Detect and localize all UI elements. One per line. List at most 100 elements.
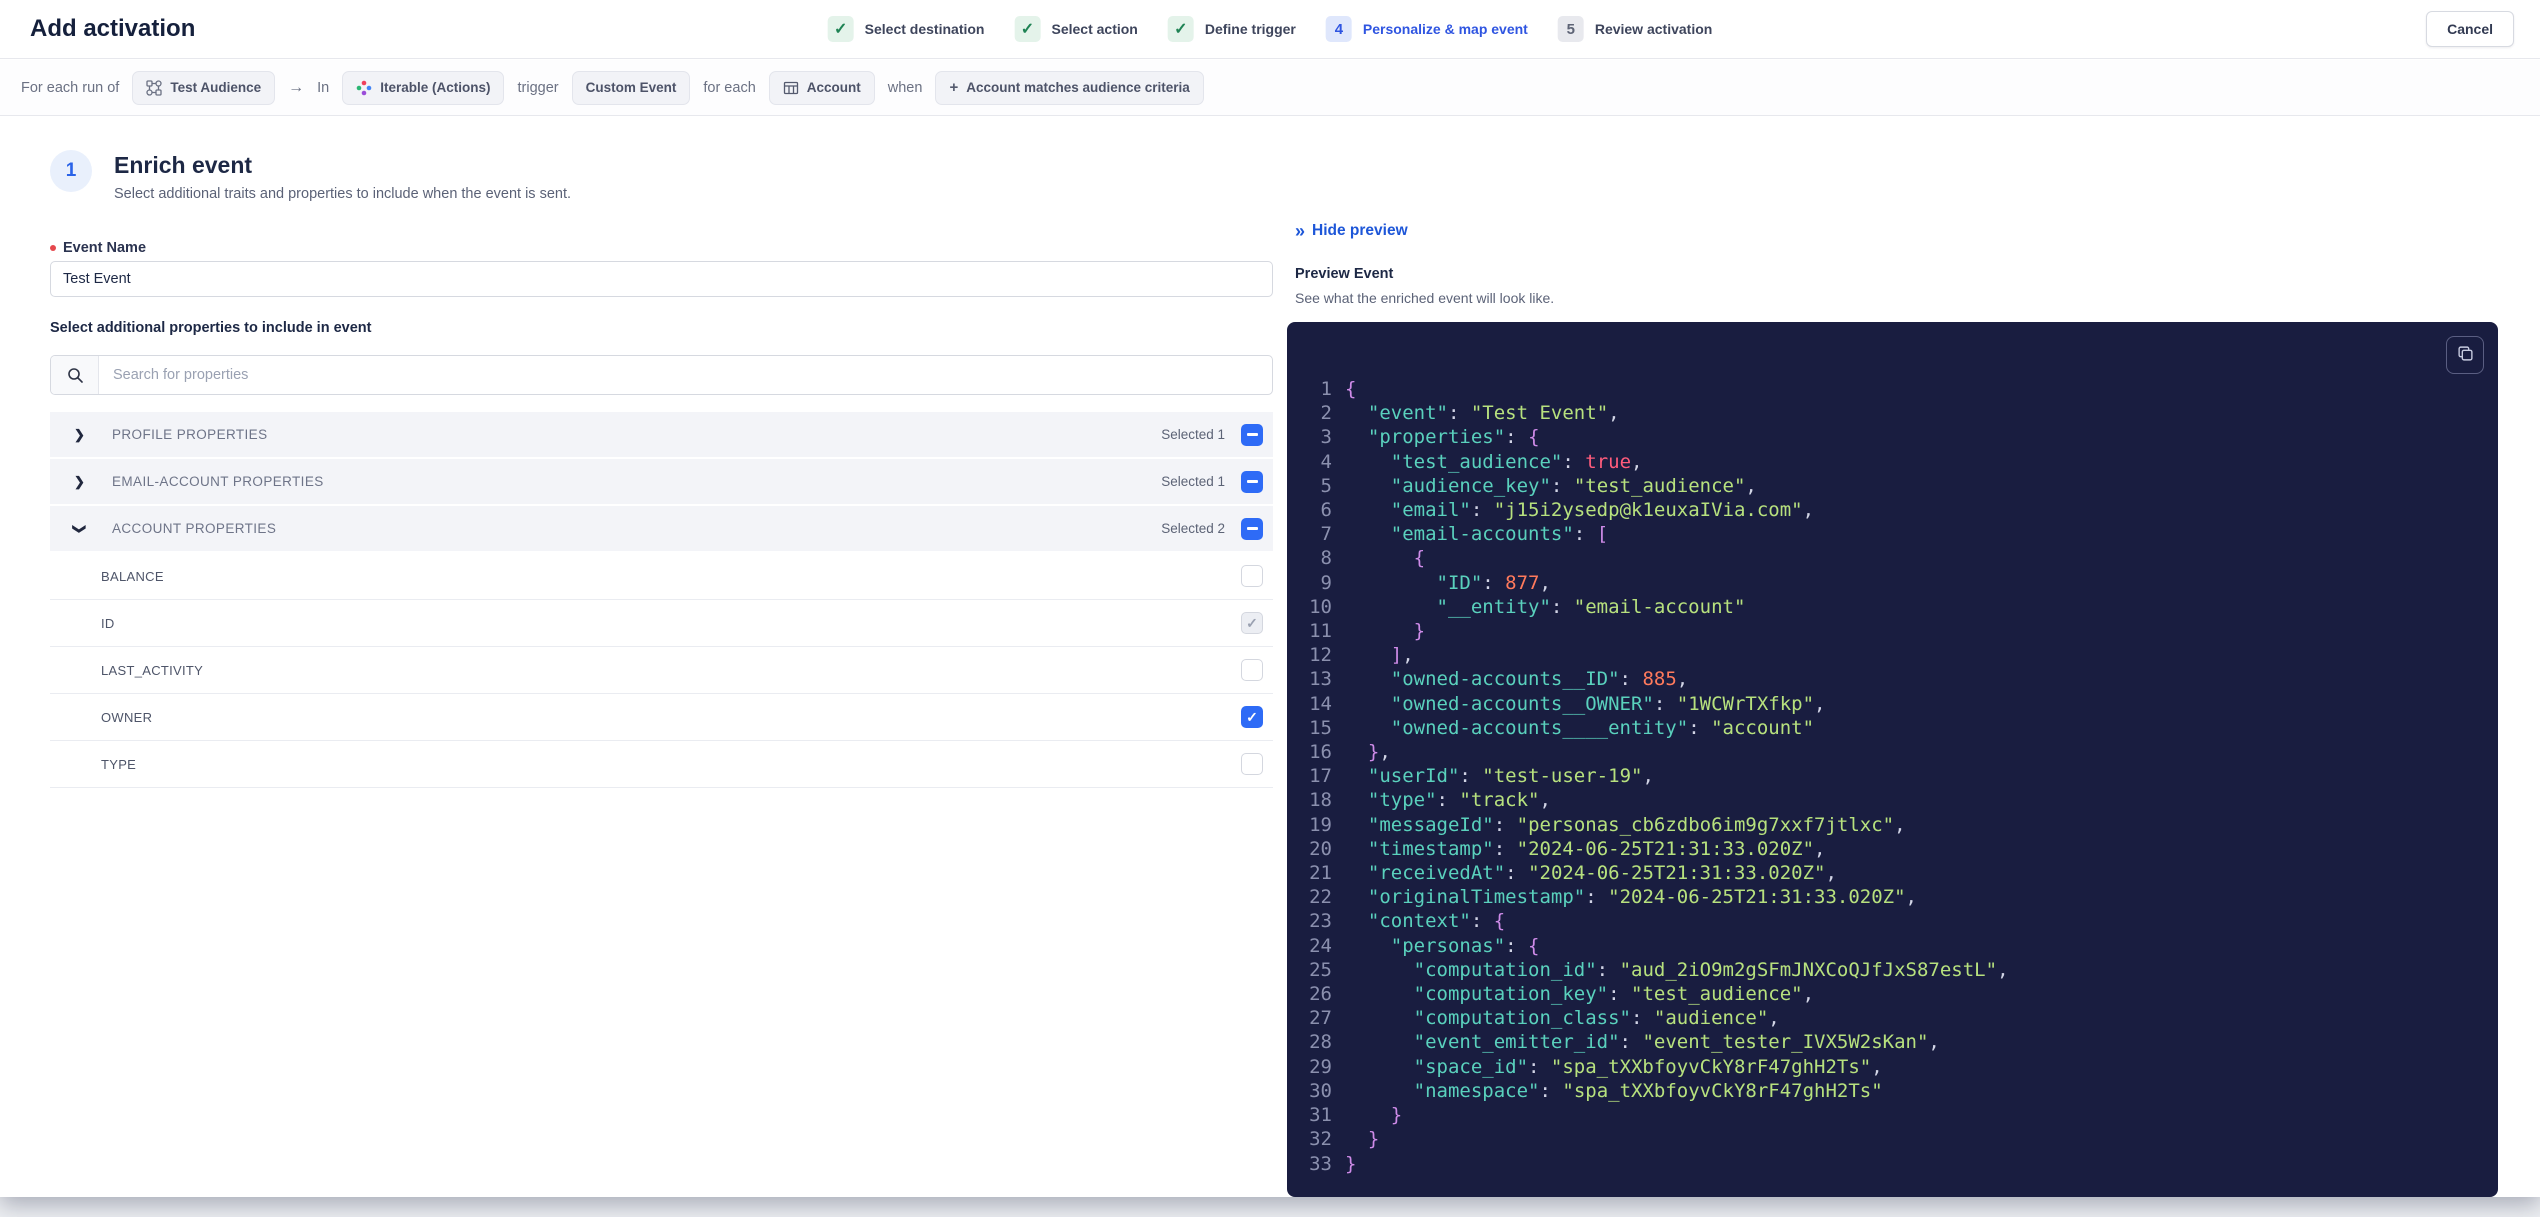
search-icon [51,356,99,394]
code-line: 32 } [1287,1127,2498,1151]
group-header-profile-properties[interactable]: ❯ PROFILE PROPERTIES Selected 1 [50,412,1273,457]
step-personalize-map-event[interactable]: 4 Personalize & map event [1325,16,1528,42]
copy-button[interactable] [2446,336,2484,374]
property-label: LAST_ACTIVITY [101,662,204,678]
group-checkbox-indeterminate[interactable] [1241,470,1263,493]
checkbox-checked-disabled[interactable]: ✓ [1241,612,1263,634]
event-name-label: Event Name [50,240,146,256]
event-name-input[interactable] [50,261,1273,297]
code-text: ], [1390,644,1414,667]
code-line: 27 "computation_class": "audience", [1287,1006,2498,1030]
line-number: 15 [1309,716,1332,739]
group-header-email-account-properties[interactable]: ❯ EMAIL-ACCOUNT PROPERTIES Selected 1 [50,459,1273,504]
checkbox-checked[interactable]: ✓ [1241,706,1263,728]
property-row-balance[interactable]: BALANCE [50,553,1273,600]
line-number: 33 [1309,1152,1332,1175]
section-header: 1 Enrich event Select additional traits … [50,150,571,202]
checkbox-unchecked[interactable] [1241,565,1263,587]
line-number: 11 [1309,620,1332,643]
code-line: 19 "messageId": "personas_cb6zdbo6im9g7x… [1287,813,2498,837]
code-line: 23 "context": { [1287,909,2498,933]
cancel-button[interactable]: Cancel [2426,11,2514,47]
code-text: "messageId": "personas_cb6zdbo6im9g7xxf7… [1367,813,1906,836]
group-checkbox-indeterminate[interactable] [1241,423,1263,446]
properties-section-label: Select additional properties to include … [50,320,372,336]
line-number: 6 [1320,499,1332,522]
selected-count: Selected 1 [1161,474,1225,489]
property-label: OWNER [101,709,153,725]
line-number: 16 [1309,741,1332,764]
checkbox-unchecked[interactable] [1241,659,1263,681]
line-number: 7 [1320,523,1332,546]
chevron-right-icon: ❯ [74,473,85,489]
line-number: 31 [1309,1104,1332,1127]
code-text: "receivedAt": "2024-06-25T21:31:33.020Z"… [1367,862,1837,885]
code-text: "namespace": "spa_tXXbfoyvCkY8rF47ghH2Ts… [1413,1079,1883,1102]
code-line: 17 "userId": "test-user-19", [1287,764,2498,788]
code-line: 25 "computation_id": "aud_2iO9m2gSFmJNXC… [1287,958,2498,982]
code-line: 24 "personas": { [1287,934,2498,958]
line-number: 14 [1309,692,1332,715]
line-number: 8 [1320,547,1332,570]
property-label: TYPE [101,756,137,772]
code-text: { [1413,547,1426,570]
code-line: 30 "namespace": "spa_tXXbfoyvCkY8rF47ghH… [1287,1079,2498,1103]
property-label: ID [101,615,115,631]
property-row-last-activity[interactable]: LAST_ACTIVITY [50,647,1273,694]
code-line: 4 "test_audience": true, [1287,450,2498,474]
add-activation-sheet: Add activation ✓ Select destination ✓ Selec… [0,0,2540,1197]
code-line: 12 ], [1287,643,2498,667]
group-checkbox-indeterminate[interactable] [1241,517,1263,540]
hide-preview-link[interactable]: » Hide preview [1295,222,1408,240]
line-number: 28 [1309,1031,1332,1054]
checkbox-unchecked[interactable] [1241,753,1263,775]
line-number: 26 [1309,983,1332,1006]
code-text: "computation_id": "aud_2iO9m2gSFmJNXCoQJ… [1413,958,2009,981]
step-review-activation: 5 Review activation [1557,16,1712,42]
line-number: 21 [1309,862,1332,885]
preview-title: Preview Event [1295,266,1394,282]
code-text: "event": "Test Event", [1367,402,1620,425]
double-chevron-right-icon: » [1295,221,1305,241]
code-line: 9 "ID": 877, [1287,571,2498,595]
code-line: 5 "audience_key": "test_audience", [1287,474,2498,498]
line-number: 29 [1309,1055,1332,1078]
properties-search-input[interactable] [99,356,1272,394]
code-text: } [1413,620,1426,643]
line-number: 27 [1309,1007,1332,1030]
code-line: 22 "originalTimestamp": "2024-06-25T21:3… [1287,885,2498,909]
code-line: 1{ [1287,377,2498,401]
line-number: 25 [1309,958,1332,981]
code-line: 7 "email-accounts": [ [1287,522,2498,546]
property-row-owner[interactable]: OWNER ✓ [50,694,1273,741]
line-number: 23 [1309,910,1332,933]
line-number: 5 [1320,474,1332,497]
line-number: 19 [1309,813,1332,836]
code-text: "timestamp": "2024-06-25T21:31:33.020Z", [1367,837,1826,860]
line-number: 9 [1320,571,1332,594]
preview-code: 1{2 "event": "Test Event", 3 "properties"… [1287,377,2498,1176]
code-text: "computation_key": "test_audience", [1413,983,1815,1006]
code-text: { [1345,378,1357,400]
copy-icon [2457,345,2474,365]
code-text: "context": { [1367,910,1506,933]
code-text: "owned-accounts__ID": 885, [1390,668,1689,691]
property-row-id[interactable]: ID ✓ [50,600,1273,647]
code-line: 14 "owned-accounts__OWNER": "1WCWrTXfkp"… [1287,692,2498,716]
code-text: "email-accounts": [ [1390,523,1609,546]
step-label: Personalize & map event [1362,21,1528,37]
chevron-right-icon: ❯ [74,426,85,442]
code-text: } [1345,1152,1357,1175]
line-number: 12 [1309,644,1332,667]
line-number: 20 [1309,837,1332,860]
code-line: 31 } [1287,1103,2498,1127]
properties-search [50,355,1273,395]
property-groups-list: ❯ PROFILE PROPERTIES Selected 1 ❯ EMAIL-ACCO… [50,412,1273,788]
line-number: 18 [1309,789,1332,812]
group-header-account-properties[interactable]: ❯ ACCOUNT PROPERTIES Selected 2 [50,506,1273,551]
code-text: "type": "track", [1367,789,1551,812]
section-subtitle: Select additional traits and properties … [114,186,572,202]
step-number-badge: 5 [1557,16,1584,42]
code-line: 15 "owned-accounts____entity": "account" [1287,716,2498,740]
property-row-type[interactable]: TYPE [50,741,1273,788]
